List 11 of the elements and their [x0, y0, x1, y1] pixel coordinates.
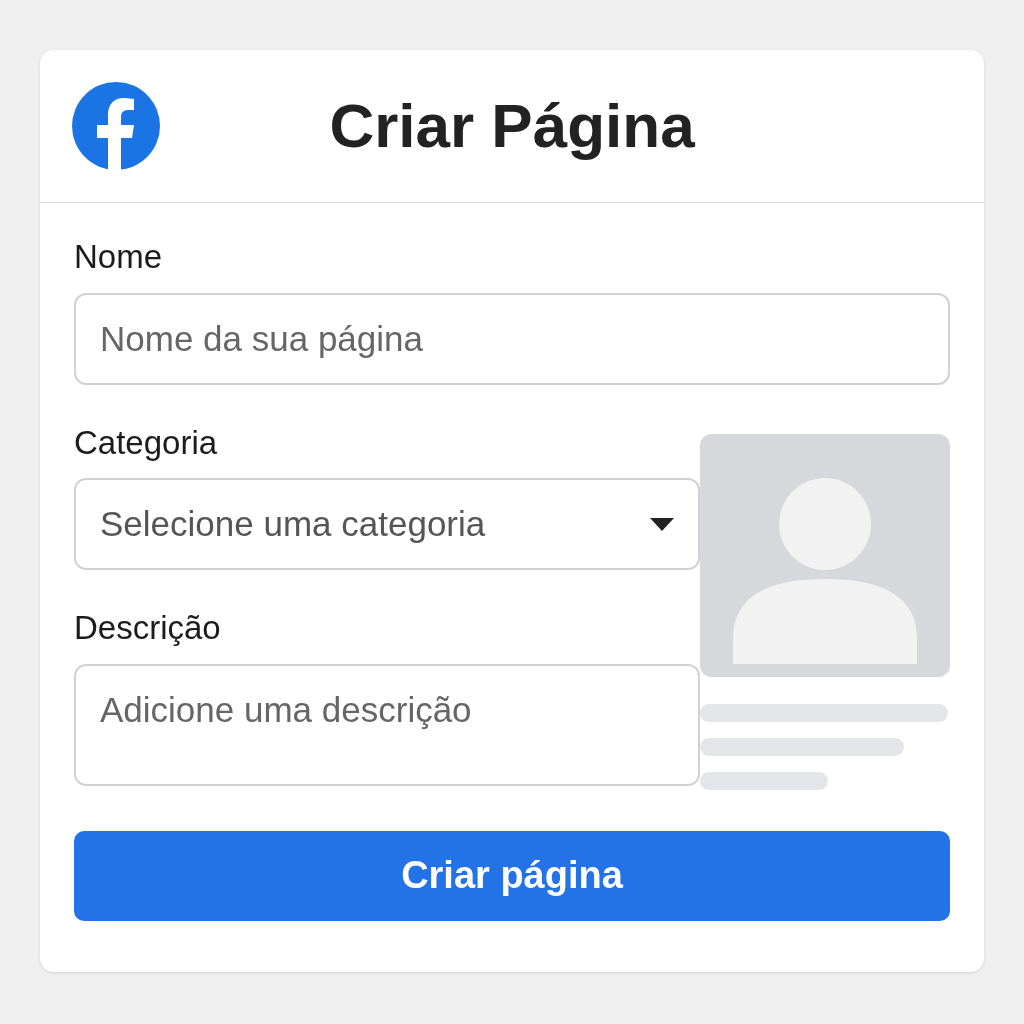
category-dropdown[interactable]: Selecione uma categoria [74, 478, 700, 571]
logo-icon [72, 82, 160, 170]
field-label: Categoria [74, 422, 219, 463]
field-label: Descrição [74, 608, 222, 648]
create-page-button[interactable]: Criar página [74, 830, 950, 921]
page-title: Criar Página [328, 89, 696, 162]
avatar-placeholder-icon [700, 433, 950, 677]
caret-icon [650, 517, 674, 531]
input-field[interactable]: Nome da sua página [74, 292, 950, 385]
field-label: Nome [74, 237, 164, 277]
text-area[interactable]: Adicione uma descrição [74, 663, 700, 786]
